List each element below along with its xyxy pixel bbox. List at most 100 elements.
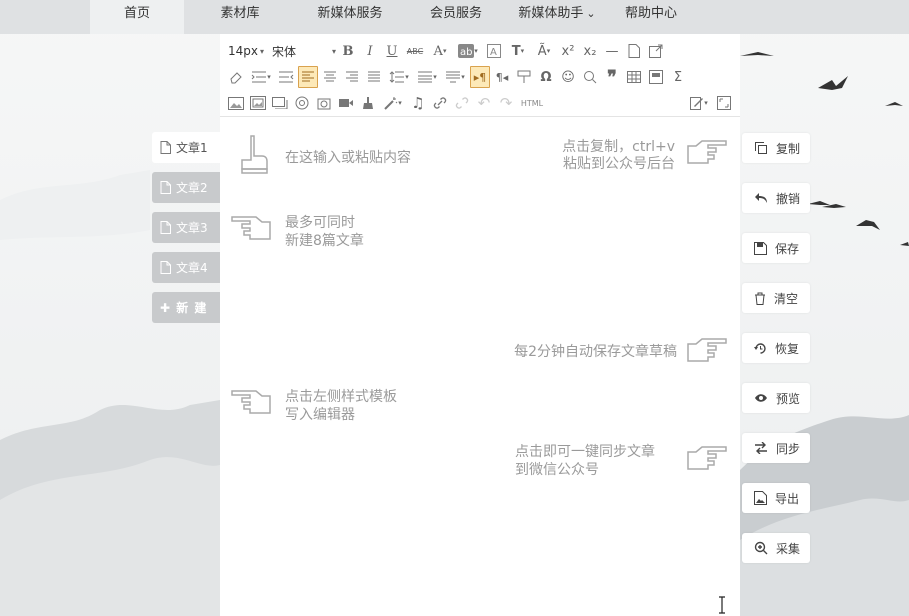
article-tab-1[interactable]: 文章1: [152, 132, 220, 163]
chevron-down-icon: ⌄: [586, 7, 596, 20]
italic-icon[interactable]: I: [360, 40, 380, 62]
font-size-value: 14px: [228, 44, 258, 58]
undo-icon[interactable]: ↶: [474, 92, 494, 114]
zoom-in-icon: [754, 541, 768, 555]
hint-copy-line2: 粘贴到公众号后台: [563, 156, 675, 172]
camera-icon[interactable]: [292, 92, 312, 114]
nav-help-center[interactable]: 帮助中心: [606, 0, 696, 34]
nav-new-media-service[interactable]: 新媒体服务: [296, 0, 404, 34]
unlink-icon[interactable]: [452, 92, 472, 114]
letter-spacing-icon[interactable]: Ã ▾: [532, 40, 556, 62]
link-icon[interactable]: [430, 92, 450, 114]
nav-materials[interactable]: 素材库: [184, 0, 296, 34]
nav-new-media-assistant[interactable]: 新媒体助手 ⌄: [508, 0, 606, 34]
restore-button-label: 恢复: [775, 341, 800, 356]
multi-image-icon[interactable]: [248, 92, 268, 114]
article-tab-label: 文章1: [176, 141, 208, 155]
align-center-icon[interactable]: [320, 66, 340, 88]
magic-wand-icon[interactable]: ▾: [380, 92, 406, 114]
restore-button[interactable]: 恢复: [742, 333, 810, 363]
nav-home[interactable]: 首页: [90, 0, 184, 34]
rtl-direction-icon[interactable]: ¶◂: [492, 66, 512, 88]
font-family-select[interactable]: 宋体 ▾: [270, 40, 336, 62]
sum-icon[interactable]: Σ: [668, 66, 688, 88]
preview-button-label: 预览: [776, 391, 801, 406]
blockquote-icon[interactable]: ❞: [602, 66, 622, 88]
save-icon: [754, 241, 767, 255]
outdent-icon[interactable]: [276, 66, 296, 88]
trash-icon: [755, 292, 765, 305]
html-source-button[interactable]: HTML: [518, 92, 546, 114]
align-left-icon[interactable]: [298, 66, 318, 88]
hint-input: 在这输入或粘贴内容: [285, 150, 411, 166]
hint-sync-line2: 到微信公众号: [515, 462, 599, 478]
hint-template-line2: 写入编辑器: [285, 407, 355, 423]
preview-button[interactable]: 预览: [742, 383, 810, 413]
svg-text:A: A: [490, 47, 497, 58]
font-size-select[interactable]: 14px ▾: [226, 40, 268, 62]
nav-new-media-assistant-label: 新媒体助手: [518, 6, 584, 21]
export-button[interactable]: 导出: [742, 483, 810, 513]
undo-button[interactable]: 撤销: [742, 183, 810, 213]
font-border-icon[interactable]: A: [484, 40, 504, 62]
underline-icon[interactable]: U: [382, 40, 402, 62]
special-char-icon[interactable]: Ω: [536, 66, 556, 88]
edit-mode-icon[interactable]: ▾: [686, 92, 712, 114]
template-icon[interactable]: [646, 66, 666, 88]
collect-button[interactable]: 采集: [742, 533, 810, 563]
article-tab-4[interactable]: 文章4: [152, 252, 220, 283]
align-justify-icon[interactable]: [364, 66, 384, 88]
sync-arrows-icon: [755, 442, 767, 454]
copy-icon: [755, 142, 767, 154]
font-color-icon[interactable]: A ▾: [428, 40, 452, 62]
format-painter-icon[interactable]: [514, 66, 534, 88]
paragraph-spacing-bottom-icon[interactable]: ▾: [442, 66, 468, 88]
insert-frame-icon[interactable]: [270, 92, 290, 114]
line-height-icon[interactable]: ▾: [386, 66, 412, 88]
redo-icon[interactable]: ↷: [496, 92, 516, 114]
eraser-icon[interactable]: [226, 66, 246, 88]
save-button[interactable]: 保存: [742, 233, 810, 263]
horizontal-rule-icon[interactable]: —: [602, 40, 622, 62]
text-transform-icon[interactable]: T ▾: [506, 40, 530, 62]
top-navigation: 首页 素材库 新媒体服务 会员服务 新媒体助手 ⌄ 帮助中心: [0, 0, 909, 34]
bold-icon[interactable]: B: [338, 40, 358, 62]
fullscreen-icon[interactable]: [714, 92, 734, 114]
indent-select-icon[interactable]: ▾: [248, 66, 274, 88]
clear-button[interactable]: 清空: [742, 283, 810, 313]
undo-button-label: 撤销: [776, 191, 801, 206]
background-color-icon[interactable]: ab ▾: [454, 40, 482, 62]
align-right-icon[interactable]: [342, 66, 362, 88]
copy-button[interactable]: 复制: [742, 133, 810, 163]
article-tab-2[interactable]: 文章2: [152, 172, 220, 203]
article-tab-3[interactable]: 文章3: [152, 212, 220, 243]
sync-button[interactable]: 同步: [742, 433, 810, 463]
search-replace-icon[interactable]: [580, 66, 600, 88]
document-icon: [160, 261, 171, 274]
rich-text-editor[interactable]: 14px ▾ 宋体 ▾ B I U ABC A ▾ ab ▾ A T ▾ Ã ▾ x² x₂…: [220, 34, 740, 616]
page-icon[interactable]: [624, 40, 644, 62]
editor-toolbar: 14px ▾ 宋体 ▾ B I U ABC A ▾ ab ▾ A T ▾ Ã ▾ x² x₂…: [220, 34, 740, 117]
new-article-button[interactable]: ✚ 新 建: [152, 292, 220, 323]
strikethrough-icon[interactable]: ABC: [404, 40, 426, 62]
superscript-icon[interactable]: x²: [558, 40, 578, 62]
history-icon: [754, 342, 766, 354]
export-window-icon[interactable]: [646, 40, 666, 62]
hand-pointing-up-icon: [241, 135, 268, 174]
document-icon: [160, 141, 171, 154]
table-icon[interactable]: [624, 66, 644, 88]
hint-copy-line1: 点击复制，ctrl+v: [562, 139, 675, 155]
brush-icon[interactable]: [358, 92, 378, 114]
paragraph-spacing-top-icon[interactable]: ▾: [414, 66, 440, 88]
image-icon[interactable]: [226, 92, 246, 114]
music-icon[interactable]: ♫: [408, 92, 428, 114]
emoji-icon[interactable]: ☺: [558, 66, 578, 88]
hand-pointing-right-icon: [687, 140, 727, 164]
eye-icon: [755, 394, 767, 402]
watermark-image-icon[interactable]: [314, 92, 334, 114]
collect-button-label: 采集: [776, 541, 801, 556]
nav-member-service[interactable]: 会员服务: [404, 0, 508, 34]
ltr-direction-icon[interactable]: ▸¶: [470, 66, 490, 88]
subscript-icon[interactable]: x₂: [580, 40, 600, 62]
video-icon[interactable]: [336, 92, 356, 114]
